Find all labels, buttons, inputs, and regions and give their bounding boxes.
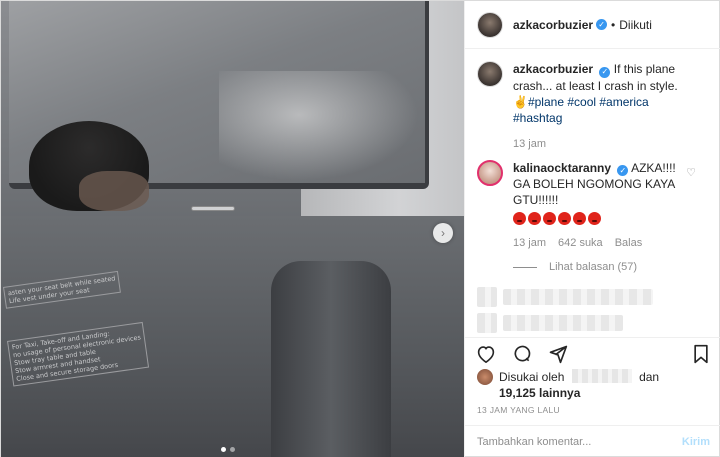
like-icon[interactable]: [475, 343, 497, 365]
caption-time[interactable]: 13 jam: [513, 136, 546, 152]
bookmark-icon[interactable]: [690, 343, 712, 365]
send-comment-button[interactable]: Kirim: [682, 436, 710, 448]
screen-handle: [191, 206, 235, 211]
comment-time[interactable]: 13 jam: [513, 235, 546, 251]
action-bar: [465, 337, 720, 369]
comment-input[interactable]: [477, 436, 682, 448]
comment-icon[interactable]: [511, 343, 533, 365]
comment-likes[interactable]: 642 suka: [558, 235, 603, 251]
angry-emoji-row: [513, 212, 693, 225]
comment-username[interactable]: kalinaocktaranny: [513, 161, 611, 175]
carousel-dots: [221, 447, 235, 452]
hashtag-hashtag[interactable]: #hashtag: [513, 111, 562, 125]
censored-liker-name: [571, 369, 632, 383]
post-frame: asten your seat belt while seated Life v…: [0, 0, 720, 457]
angry-face-icon: [573, 212, 586, 225]
likes-count-button[interactable]: 19,125 lainnya: [499, 386, 580, 400]
verified-icon: ✓: [599, 66, 611, 78]
post-sidebar: azkacorbuzier ✓ • Diikuti azkacorbuzier …: [464, 1, 720, 457]
liked-by-prefix: Disukai oleh: [499, 370, 565, 384]
liked-by-and: dan: [639, 370, 660, 384]
reply-button[interactable]: Balas: [615, 235, 643, 251]
comments-section: azkacorbuzier ✓ If this plane crash... a…: [465, 61, 720, 337]
follow-status-button[interactable]: Diikuti: [619, 18, 652, 32]
angry-face-icon: [513, 212, 526, 225]
separator: •: [611, 17, 616, 32]
commenter-avatar[interactable]: [477, 159, 503, 186]
author-username[interactable]: azkacorbuzier: [513, 18, 593, 32]
post-photo: asten your seat belt while seated Life v…: [1, 1, 464, 457]
likes-summary: Disukai oleh dan 19,125 lainnya: [477, 369, 659, 401]
hashtag-america[interactable]: #america: [599, 95, 648, 109]
view-replies-label: Lihat balasan (57): [549, 261, 638, 273]
censored-comment: [477, 313, 710, 333]
victory-emoji-icon: ✌: [513, 94, 528, 109]
verified-icon: ✓: [596, 19, 608, 30]
carousel-next-button[interactable]: ›: [433, 223, 453, 243]
hashtag-cool[interactable]: #cool: [567, 95, 596, 109]
carousel-dot-1: [221, 447, 226, 452]
liker-avatar[interactable]: [477, 369, 493, 385]
censored-comment: [477, 287, 710, 307]
reflection-face: [79, 171, 149, 211]
angry-face-icon: [543, 212, 556, 225]
share-icon[interactable]: [547, 343, 569, 365]
caption-username[interactable]: azkacorbuzier: [513, 62, 593, 76]
carousel-dot-2: [230, 447, 235, 452]
caption-avatar[interactable]: [477, 61, 503, 87]
caption: azkacorbuzier ✓ If this plane crash... a…: [477, 61, 710, 152]
chevron-right-icon: ›: [441, 226, 445, 240]
add-comment-bar: Kirim: [465, 425, 720, 457]
angry-face-icon: [558, 212, 571, 225]
view-replies-button[interactable]: Lihat balasan (57): [513, 261, 710, 273]
post-header: azkacorbuzier ✓ • Diikuti: [465, 1, 720, 49]
comment-like-icon[interactable]: ♡: [686, 166, 696, 179]
avatar[interactable]: [477, 11, 503, 38]
comment-item: kalinaocktaranny ✓ AZKA!!!! GA BOLEH NGO…: [477, 159, 710, 252]
post-timestamp[interactable]: 13 JAM YANG LALU: [477, 405, 560, 415]
verified-icon: ✓: [617, 165, 629, 176]
angry-face-icon: [528, 212, 541, 225]
seat-back: [271, 261, 391, 457]
angry-face-icon: [588, 212, 601, 225]
seatback-screen: [9, 1, 429, 211]
hashtag-plane[interactable]: #plane: [528, 95, 564, 109]
